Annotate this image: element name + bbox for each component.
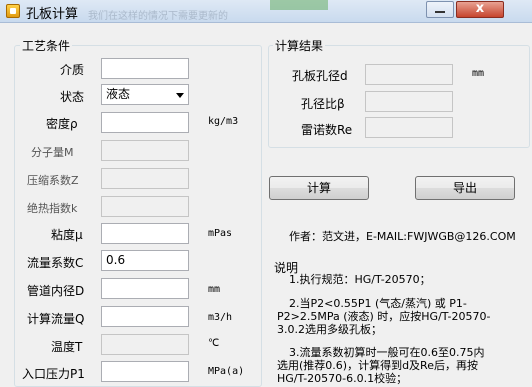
adiabatic-index-input xyxy=(101,196,189,217)
note-line: 1.执行规范：HG/T-20570； xyxy=(289,273,431,286)
viscosity-unit: mPas xyxy=(208,228,233,239)
flow-coefficient-input[interactable]: 0.6 xyxy=(101,250,189,271)
title-bar[interactable]: 孔板计算 我们在这样的情况下需要更新的 x xyxy=(0,0,532,23)
viscosity-input[interactable] xyxy=(101,223,189,244)
molecular-weight-label: 分子量M xyxy=(31,146,74,159)
author-text: 作者：范文进，E-MAIL:FWJWGB@126.COM xyxy=(289,230,516,243)
background-window-ghost-block xyxy=(270,0,328,10)
compressibility-input xyxy=(101,168,189,189)
molecular-weight-input xyxy=(101,140,189,161)
density-unit: kg/m3 xyxy=(208,116,239,127)
note-line: 3.流量系数初算时一般可在0.6至0.75内 xyxy=(289,346,485,359)
medium-input[interactable] xyxy=(101,58,189,79)
temperature-input xyxy=(101,334,189,355)
flow-rate-label: 计算流量Q xyxy=(27,312,85,326)
close-button[interactable]: x xyxy=(456,1,504,18)
pipe-diameter-input[interactable] xyxy=(101,278,189,299)
note-line: 选用(推荐0.6)，计算得到d及Re后，再按 xyxy=(277,359,478,372)
state-label: 状态 xyxy=(60,90,85,104)
medium-label: 介质 xyxy=(60,63,85,77)
state-select[interactable]: 液态 xyxy=(101,84,189,105)
results-title: 计算结果 xyxy=(273,37,326,54)
chevron-down-icon xyxy=(176,93,184,98)
process-conditions-title: 工艺条件 xyxy=(20,37,73,54)
note-line: 2.当P2<0.55P1 (气态/蒸汽) 或 P1- xyxy=(289,297,467,310)
calculate-button[interactable]: 计算 xyxy=(269,176,369,200)
flow-rate-unit: m3/h xyxy=(208,312,233,323)
inlet-pressure-unit: MPa(a) xyxy=(208,366,245,377)
adiabatic-index-label: 绝热指数k xyxy=(27,202,78,215)
temperature-unit: ℃ xyxy=(208,338,220,349)
state-select-value: 液态 xyxy=(106,87,131,101)
orifice-diameter-output xyxy=(365,64,453,85)
temperature-label: 温度T xyxy=(51,340,83,354)
compressibility-label: 压缩系数Z xyxy=(27,174,79,187)
beta-ratio-output xyxy=(365,91,453,112)
reynolds-label: 雷诺数Re xyxy=(301,123,353,137)
orifice-diameter-label: 孔板孔径d xyxy=(292,69,348,83)
minimize-button[interactable] xyxy=(426,1,454,18)
reynolds-output xyxy=(365,117,453,138)
beta-ratio-label: 孔径比β xyxy=(301,97,345,111)
flow-rate-input[interactable] xyxy=(101,306,189,327)
export-button[interactable]: 导出 xyxy=(415,176,515,200)
close-icon: x xyxy=(475,1,485,16)
background-window-ghost-text: 我们在这样的情况下需要更新的 xyxy=(88,11,228,22)
inlet-pressure-label: 入口压力P1 xyxy=(22,367,85,381)
density-input[interactable] xyxy=(101,112,189,133)
orifice-diameter-unit: mm xyxy=(472,68,485,79)
note-line: 3.0.2选用多级孔板； xyxy=(277,323,382,336)
note-line: P2>2.5MPa (液态) 时，应按HG/T-20570- xyxy=(277,310,491,323)
window-title: 孔板计算 xyxy=(26,7,79,22)
app-icon xyxy=(6,4,20,18)
pipe-diameter-unit: mm xyxy=(208,284,221,295)
density-label: 密度ρ xyxy=(46,117,78,131)
flow-coefficient-label: 流量系数C xyxy=(27,256,84,270)
viscosity-label: 粘度μ xyxy=(51,228,83,242)
pipe-diameter-label: 管道内径D xyxy=(27,284,85,298)
